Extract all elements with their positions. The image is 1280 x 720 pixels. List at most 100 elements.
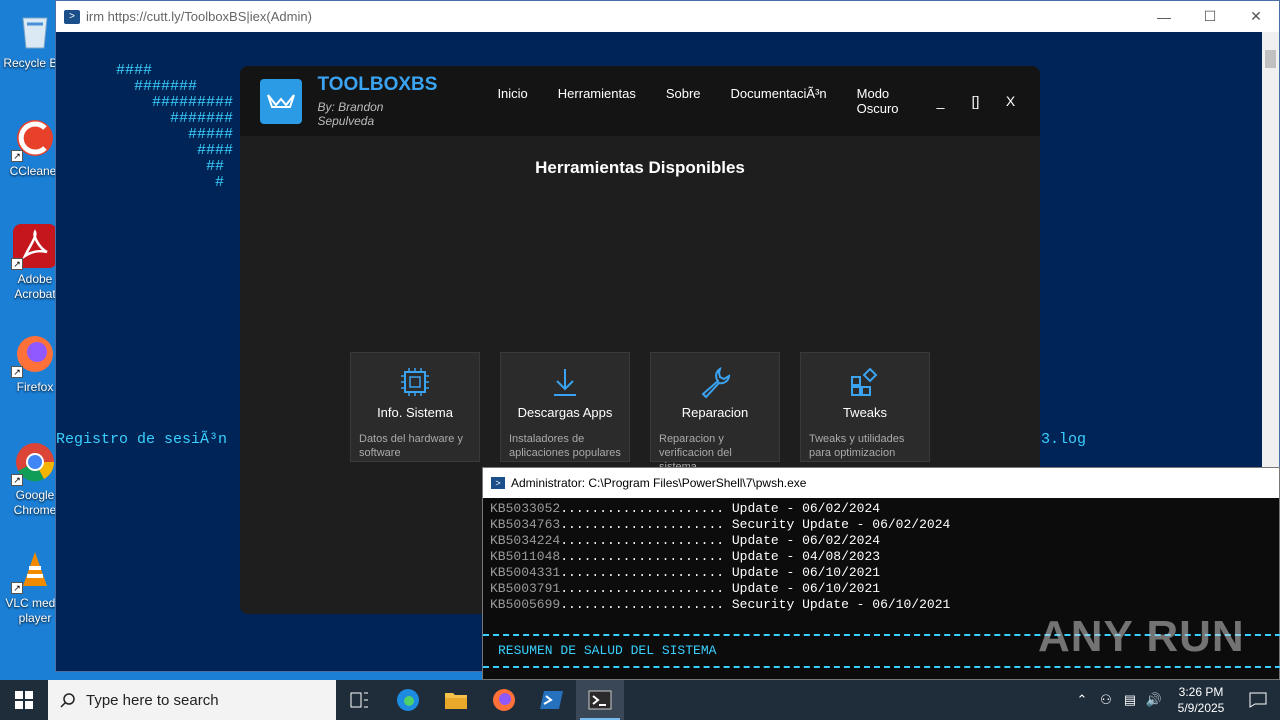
notification-button[interactable]: [1236, 692, 1280, 708]
scrollbar-thumb[interactable]: [1265, 50, 1276, 68]
powershell-icon: [540, 691, 563, 709]
ascii-line: #######: [116, 78, 198, 95]
shortcut-arrow-icon: ↗: [11, 474, 23, 486]
shortcut-arrow-icon: ↗: [11, 582, 23, 594]
card-info-sistema[interactable]: Info. Sistema Datos del hardware y softw…: [350, 352, 480, 462]
card-title: Descargas Apps: [517, 405, 613, 420]
toolbox-logo-icon: [260, 78, 303, 124]
taskbar: Type here to search ⌃ ⚇ ▤ 🔊 3:26 PM 5/9/…: [0, 680, 1280, 720]
maximize-button[interactable]: ☐: [1187, 1, 1233, 32]
wrench-icon: [698, 365, 732, 399]
nav-documentacion[interactable]: DocumentaciÃ³n: [716, 86, 842, 116]
ascii-line: #####: [116, 126, 234, 143]
card-description: Instaladores de aplicaciones populares: [509, 433, 621, 459]
update-line: KB5034763..................... Security …: [490, 517, 951, 532]
taskbar-pwsh[interactable]: [576, 680, 624, 720]
minimize-button[interactable]: —: [1141, 1, 1187, 32]
task-view-button[interactable]: [336, 680, 384, 720]
ascii-art: #### ####### ######### ####### ##### ###…: [116, 63, 233, 191]
download-icon: [548, 365, 582, 399]
nav-inicio[interactable]: Inicio: [482, 86, 542, 116]
health-summary-heading: RESUMEN DE SALUD DEL SISTEMA: [498, 643, 717, 658]
log-line-right: 3.log: [1041, 431, 1087, 448]
update-line: KB5005699..................... Security …: [490, 597, 951, 612]
nav-modo-oscuro[interactable]: Modo Oscuro: [842, 86, 923, 116]
card-reparacion[interactable]: Reparacion Reparacion y verificacion del…: [650, 352, 780, 473]
taskbar-powershell[interactable]: [528, 680, 576, 720]
ascii-line: ####: [116, 142, 234, 159]
start-button[interactable]: [0, 680, 48, 720]
firefox-icon: [493, 689, 515, 711]
ascii-line: ##: [116, 158, 225, 175]
update-line: KB5004331..................... Update - …: [490, 565, 881, 580]
shortcut-arrow-icon: ↗: [11, 258, 23, 270]
volume-icon[interactable]: 🔊: [1142, 692, 1166, 708]
pwsh-title: Administrator: C:\Program Files\PowerShe…: [511, 476, 807, 490]
page-title: Herramientas Disponibles: [535, 158, 745, 177]
update-line: KB5003791..................... Update - …: [490, 581, 881, 596]
card-description: Datos del hardware y software: [359, 433, 463, 459]
toolbox-close-button[interactable]: X: [993, 93, 1028, 109]
vlc-icon: ↗: [11, 548, 57, 594]
update-line: KB5011048..................... Update - …: [490, 549, 881, 564]
taskbar-file-explorer[interactable]: [432, 680, 480, 720]
meet-now-icon[interactable]: ⚇: [1094, 692, 1118, 708]
folder-icon: [445, 693, 467, 709]
taskbar-edge[interactable]: [384, 680, 432, 720]
chip-icon: [398, 365, 432, 399]
powershell-icon: >: [491, 477, 505, 489]
card-title: Tweaks: [842, 405, 888, 420]
pwsh-titlebar[interactable]: > Administrator: C:\Program Files\PowerS…: [483, 468, 1279, 498]
watermark-logo: ANY RUN: [1038, 612, 1245, 661]
clock-time: 3:26 PM: [1178, 685, 1224, 699]
close-button[interactable]: ✕: [1233, 1, 1279, 32]
shortcut-arrow-icon: ↗: [11, 150, 23, 162]
search-icon: [60, 693, 75, 708]
card-title: Reparacion: [681, 405, 749, 420]
powershell-icon: >: [64, 9, 80, 24]
ascii-line: #########: [116, 94, 234, 111]
card-title: Info. Sistema: [377, 405, 453, 420]
console-title: irm https://cutt.ly/ToolboxBS|iex(Admin): [86, 9, 312, 24]
ccleaner-icon: ↗: [11, 116, 57, 162]
nav-herramientas[interactable]: Herramientas: [543, 86, 651, 116]
edge-icon: [397, 689, 419, 711]
update-line: KB5034224..................... Update - …: [490, 533, 881, 548]
terminal-icon: [588, 690, 612, 710]
acrobat-icon: ↗: [11, 224, 57, 270]
taskbar-firefox[interactable]: [480, 680, 528, 720]
firefox-icon: ↗: [11, 332, 57, 378]
recycle-bin-icon: [13, 8, 57, 52]
toolbox-nav: Inicio Herramientas Sobre DocumentaciÃ³n…: [482, 86, 923, 116]
card-tweaks[interactable]: Tweaks Tweaks y utilidades para optimiza…: [800, 352, 930, 462]
chevron-up-icon[interactable]: ⌃: [1070, 692, 1094, 708]
toolbox-brand: TOOLBOXBS: [317, 74, 438, 95]
tweaks-icon: [848, 365, 882, 399]
log-line-left: Registro de sesiÃ³n: [56, 431, 228, 448]
update-line: KB5033052..................... Update - …: [490, 501, 881, 516]
ascii-line: #######: [116, 110, 234, 127]
task-view-icon: [350, 692, 368, 708]
windows-icon: [15, 691, 33, 709]
chrome-icon: ↗: [11, 440, 57, 486]
console-titlebar[interactable]: > irm https://cutt.ly/ToolboxBS|iex(Admi…: [56, 1, 1279, 32]
clock-date: 5/9/2025: [1177, 701, 1225, 715]
search-placeholder: Type here to search: [86, 691, 219, 709]
toolbox-author: By: Brandon Sepulveda: [317, 100, 384, 128]
network-icon[interactable]: ▤: [1118, 692, 1142, 708]
toolbox-maximize-button[interactable]: []: [958, 93, 993, 109]
system-tray: ⌃ ⚇ ▤ 🔊 3:26 PM 5/9/2025: [1070, 684, 1280, 716]
pwsh-output: KB5033052..................... Update - …: [483, 498, 1279, 613]
shortcut-arrow-icon: ↗: [11, 366, 23, 378]
clock[interactable]: 3:26 PM 5/9/2025: [1166, 684, 1236, 716]
taskbar-search[interactable]: Type here to search: [48, 680, 336, 720]
toolbox-minimize-button[interactable]: _: [923, 93, 958, 109]
ascii-line: #: [116, 174, 225, 191]
ascii-line: ####: [116, 62, 153, 79]
card-descargas-apps[interactable]: Descargas Apps Instaladores de aplicacio…: [500, 352, 630, 462]
toolbox-header: TOOLBOXBS By: Brandon Sepulveda Inicio H…: [240, 66, 1040, 136]
nav-sobre[interactable]: Sobre: [651, 86, 716, 116]
notification-icon: [1249, 692, 1267, 708]
divider: [483, 666, 1280, 668]
card-description: Tweaks y utilidades para optimizacion: [809, 433, 905, 459]
